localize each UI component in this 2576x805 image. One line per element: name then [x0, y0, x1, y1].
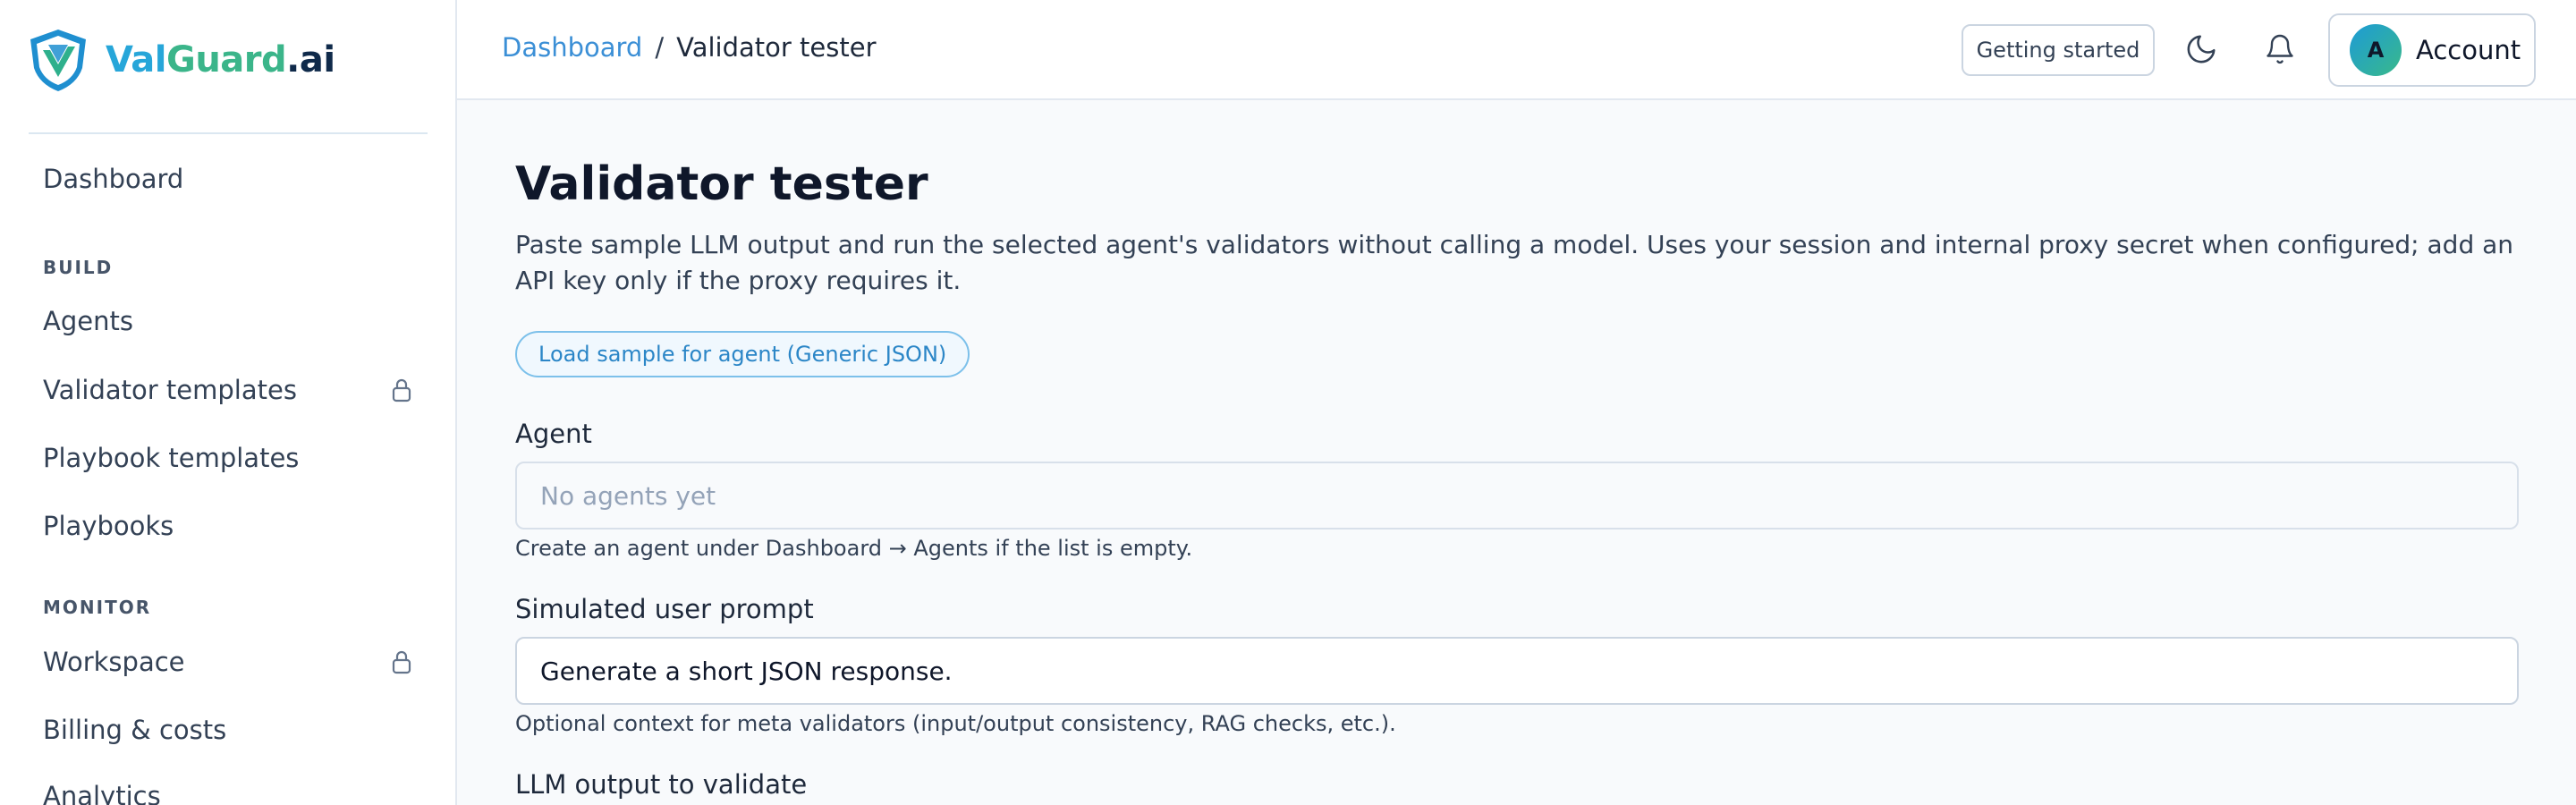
sidebar-item-agents[interactable]: Agents [43, 294, 412, 348]
sidebar-item-label: Validator templates [43, 375, 297, 405]
sidebar-item-label: Billing & costs [43, 715, 227, 745]
load-sample-button[interactable]: Load sample for agent (Generic JSON) [515, 331, 970, 377]
sidebar-item-billing[interactable]: Billing & costs [43, 703, 412, 757]
shield-logo-icon [30, 30, 86, 91]
sidebar-divider [29, 132, 428, 134]
breadcrumb: Dashboard / Validator tester [502, 32, 877, 63]
getting-started-button[interactable]: Getting started [1962, 24, 2155, 76]
lock-icon [392, 650, 411, 674]
brand-name: ValGuard.ai [106, 39, 335, 80]
sidebar-item-label: Dashboard [43, 164, 184, 194]
moon-icon [2187, 35, 2216, 64]
prompt-input[interactable]: Generate a short JSON response. [515, 637, 2519, 705]
sidebar: ValGuard.ai Dashboard BUILD Agents Valid… [0, 0, 457, 805]
page-title: Validator tester [515, 157, 928, 211]
sidebar-item-dashboard[interactable]: Dashboard [43, 152, 412, 206]
prompt-help-text: Optional context for meta validators (in… [515, 711, 1396, 736]
account-label: Account [2416, 35, 2521, 65]
page-description: Paste sample LLM output and run the sele… [515, 230, 2514, 295]
output-field-label: LLM output to validate [515, 769, 808, 800]
agent-field-label: Agent [515, 419, 592, 449]
brand-logo-link[interactable]: ValGuard.ai [27, 27, 335, 93]
theme-toggle-button[interactable] [2182, 30, 2221, 69]
sidebar-item-label: Analytics [43, 781, 161, 805]
notifications-button[interactable] [2260, 30, 2300, 69]
agent-select[interactable]: No agents yet [515, 462, 2519, 530]
prompt-field-label: Simulated user prompt [515, 594, 814, 624]
agent-help-text: Create an agent under Dashboard → Agents… [515, 536, 1193, 561]
sidebar-section-monitor: MONITOR [43, 597, 152, 618]
sidebar-item-playbook-templates[interactable]: Playbook templates [43, 431, 412, 485]
breadcrumb-dashboard-link[interactable]: Dashboard [502, 32, 642, 63]
breadcrumb-current: Validator tester [676, 32, 877, 63]
sidebar-item-label: Playbook templates [43, 443, 300, 473]
sidebar-item-label: Workspace [43, 647, 185, 677]
top-header: Dashboard / Validator tester Getting sta… [457, 0, 2576, 100]
sidebar-section-build: BUILD [43, 257, 114, 278]
breadcrumb-separator: / [655, 32, 665, 63]
account-menu-button[interactable]: A Account [2328, 13, 2536, 87]
sidebar-item-analytics[interactable]: Analytics [43, 769, 412, 805]
sidebar-item-playbooks[interactable]: Playbooks [43, 499, 412, 553]
sidebar-item-label: Agents [43, 306, 133, 336]
avatar: A [2350, 24, 2402, 76]
sidebar-item-workspace[interactable]: Workspace [43, 635, 412, 689]
lock-icon [392, 378, 411, 402]
sidebar-item-label: Playbooks [43, 511, 174, 541]
sidebar-item-validator-templates[interactable]: Validator templates [43, 363, 412, 417]
bell-icon [2267, 34, 2293, 64]
